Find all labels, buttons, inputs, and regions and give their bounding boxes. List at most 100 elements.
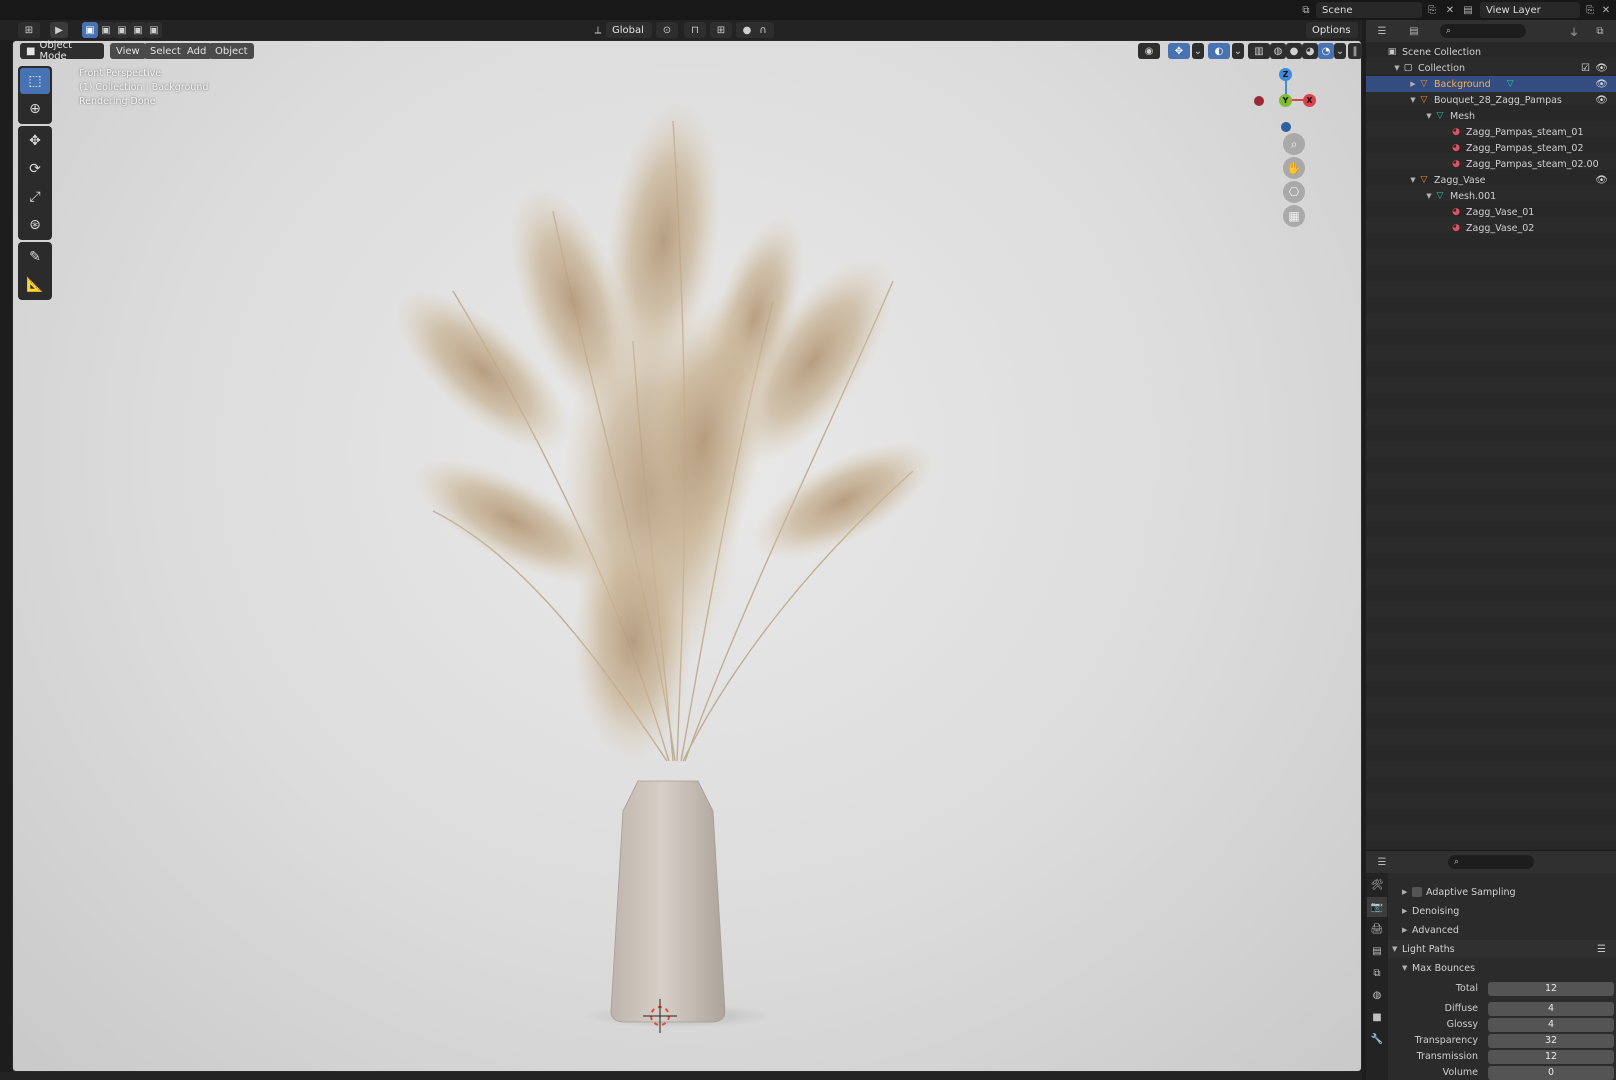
properties-search-input[interactable]: ⌕ bbox=[1448, 855, 1534, 869]
panel-header-light-paths[interactable]: ▼ Light Paths ☰ bbox=[1388, 940, 1616, 958]
filter-icon[interactable]: ▤ bbox=[1406, 23, 1422, 39]
field-value[interactable]: 4 bbox=[1488, 1017, 1614, 1032]
options-dropdown[interactable]: Options bbox=[1306, 22, 1358, 38]
select-mode-intersect-icon[interactable]: ▣ bbox=[146, 22, 162, 38]
chevron-right-icon[interactable]: ▶ bbox=[1402, 926, 1412, 934]
presets-list-icon[interactable]: ☰ bbox=[1597, 944, 1606, 955]
move-tool-icon[interactable]: ✥ bbox=[20, 128, 50, 154]
field-value[interactable]: 12 bbox=[1488, 1049, 1614, 1064]
expand-arrow-icon[interactable]: ▼ bbox=[1408, 176, 1418, 184]
menu-object[interactable]: Object bbox=[209, 43, 254, 59]
field-value[interactable]: 12 bbox=[1488, 981, 1614, 996]
outliner-row[interactable]: ▼ ▽ Bouquet_28_Zagg_Pampas 👁 bbox=[1366, 92, 1616, 108]
chevron-down-icon[interactable]: ▼ bbox=[1402, 964, 1412, 972]
modifier-tab-icon[interactable]: 🔧 bbox=[1367, 1029, 1387, 1049]
expand-arrow-icon[interactable]: ▼ bbox=[1408, 96, 1418, 104]
pivot-point-icon[interactable]: ⊙ bbox=[656, 22, 678, 38]
new-scene-icon[interactable]: ⎘ bbox=[1424, 2, 1440, 18]
select-box-tool-icon[interactable]: ⬚ bbox=[20, 68, 50, 94]
outliner-row[interactable]: ▼ ▽ Mesh.001 bbox=[1366, 188, 1616, 204]
field-value[interactable]: 0 bbox=[1488, 1065, 1614, 1080]
outliner-search-input[interactable]: ⌕ bbox=[1440, 24, 1526, 38]
rotate-tool-icon[interactable]: ⟳ bbox=[20, 156, 50, 182]
field-value[interactable]: 4 bbox=[1488, 1001, 1614, 1016]
perspective-grid-icon[interactable]: ▦ bbox=[1283, 205, 1305, 227]
material-preview-shading-icon[interactable]: ◕ bbox=[1302, 43, 1318, 59]
scene-selector-icon[interactable]: ⧉ bbox=[1298, 2, 1314, 18]
panel-header-max-bounces[interactable]: ▼ Max Bounces bbox=[1388, 959, 1616, 977]
eye-icon[interactable]: 👁 bbox=[1595, 63, 1608, 74]
outliner-row[interactable]: ◕ Zagg_Pampas_steam_02 bbox=[1366, 140, 1616, 156]
outliner-row[interactable]: ▼ ▽ Zagg_Vase 👁 bbox=[1366, 172, 1616, 188]
select-mode-difference-icon[interactable]: ▣ bbox=[130, 22, 146, 38]
zoom-icon[interactable]: ⌕ bbox=[1283, 133, 1305, 155]
editor-type-icon[interactable]: ⊞ bbox=[18, 22, 40, 38]
object-mode-dropdown[interactable]: ■ Object Mode bbox=[20, 40, 104, 62]
expand-arrow-icon[interactable]: ▶ bbox=[1408, 80, 1418, 88]
world-tab-icon[interactable]: ◍ bbox=[1367, 985, 1387, 1005]
outliner-row[interactable]: ◕ Zagg_Vase_02 bbox=[1366, 220, 1616, 236]
view-layer-field[interactable]: View Layer bbox=[1480, 2, 1580, 18]
snap-target-icon[interactable]: ⊞ bbox=[710, 22, 732, 38]
chevron-down-icon[interactable]: ⌄ bbox=[1334, 43, 1346, 59]
panel-header-advanced[interactable]: ▶ Advanced bbox=[1388, 921, 1616, 939]
annotate-tool-icon[interactable]: ✎ bbox=[20, 244, 50, 270]
sidebar-toggle-icon[interactable]: ‖ bbox=[1348, 43, 1362, 59]
select-mode-subtract-icon[interactable]: ▣ bbox=[114, 22, 130, 38]
new-collection-icon[interactable]: ⧉ bbox=[1592, 23, 1608, 39]
close-icon[interactable]: ✕ bbox=[1442, 2, 1458, 18]
outliner-row[interactable]: ◕ Zagg_Pampas_steam_02.00 bbox=[1366, 156, 1616, 172]
outliner-row[interactable]: ▼ ▢ Collection ☑ 👁 bbox=[1366, 60, 1616, 76]
snap-icon[interactable]: ⊓ bbox=[684, 22, 706, 38]
view-layer-selector-icon[interactable]: ▤ bbox=[1460, 2, 1476, 18]
transform-tool-icon[interactable]: ⊛ bbox=[20, 212, 50, 238]
falloff-icon[interactable]: ∩ bbox=[752, 22, 774, 38]
eye-icon[interactable]: 👁 bbox=[1595, 175, 1608, 186]
scene-field[interactable]: Scene bbox=[1316, 2, 1422, 18]
close-icon[interactable]: ✕ bbox=[1598, 2, 1614, 18]
expand-arrow-icon[interactable]: ▼ bbox=[1424, 192, 1434, 200]
tool-tab-icon[interactable]: 🛠 bbox=[1367, 875, 1387, 895]
new-view-layer-icon[interactable]: ⎘ bbox=[1582, 2, 1598, 18]
gizmo-neg-z-axis[interactable] bbox=[1281, 122, 1291, 132]
expand-arrow-icon[interactable]: ▼ bbox=[1424, 112, 1434, 120]
xray-toggle-icon[interactable]: ▥ bbox=[1248, 43, 1270, 59]
pan-hand-icon[interactable]: ✋ bbox=[1283, 157, 1305, 179]
expand-arrow-icon[interactable]: ▼ bbox=[1392, 64, 1402, 72]
cursor-tool-icon[interactable]: ⊕ bbox=[20, 96, 50, 122]
solid-shading-icon[interactable]: ● bbox=[1286, 43, 1302, 59]
gizmo-toggle-icon[interactable]: ✥ bbox=[1168, 43, 1190, 59]
wireframe-shading-icon[interactable]: ◍ bbox=[1270, 43, 1286, 59]
visibility-selectability-icon[interactable]: ◉ bbox=[1138, 43, 1160, 59]
outliner-row[interactable]: ◕ Zagg_Pampas_steam_01 bbox=[1366, 124, 1616, 140]
object-tab-icon[interactable]: ■ bbox=[1367, 1007, 1387, 1027]
overlay-toggle-icon[interactable]: ◐ bbox=[1208, 43, 1230, 59]
select-mode-extend-icon[interactable]: ▣ bbox=[98, 22, 114, 38]
gizmo-neg-x-axis[interactable] bbox=[1254, 96, 1264, 106]
outliner-row[interactable]: ▶ ▽ Background ▽ 👁 bbox=[1366, 76, 1616, 92]
scale-tool-icon[interactable]: ⤢ bbox=[20, 184, 50, 210]
gizmo-z-axis[interactable]: Z bbox=[1279, 68, 1292, 81]
outliner-row[interactable]: ▣ Scene Collection bbox=[1366, 44, 1616, 60]
field-value[interactable]: 32 bbox=[1488, 1033, 1614, 1048]
chevron-down-icon[interactable]: ⌄ bbox=[1192, 43, 1204, 59]
eye-icon[interactable]: 👁 bbox=[1595, 95, 1608, 106]
adaptive-sampling-checkbox[interactable] bbox=[1412, 887, 1422, 897]
rendered-shading-icon[interactable]: ◔ bbox=[1318, 43, 1334, 59]
properties-editor-icon[interactable]: ☰ bbox=[1374, 854, 1390, 870]
funnel-icon[interactable]: ⏚ bbox=[1566, 23, 1582, 39]
menu-add[interactable]: Add bbox=[181, 43, 213, 59]
view-layer-tab-icon[interactable]: ▤ bbox=[1367, 941, 1387, 961]
measure-tool-icon[interactable]: 📐 bbox=[20, 272, 50, 298]
panel-header-denoising[interactable]: ▶ Denoising bbox=[1388, 902, 1616, 920]
chevron-down-icon[interactable]: ▼ bbox=[1392, 945, 1402, 953]
outliner-row[interactable]: ▼ ▽ Mesh bbox=[1366, 108, 1616, 124]
camera-view-icon[interactable]: ⎔ bbox=[1283, 181, 1305, 203]
eye-icon[interactable]: 👁 bbox=[1595, 79, 1608, 90]
transform-orientation-dropdown[interactable]: Global bbox=[606, 22, 652, 38]
navigation-gizmo[interactable]: Z Y X bbox=[1243, 63, 1316, 133]
panel-header-adaptive-sampling[interactable]: ▶ Adaptive Sampling bbox=[1388, 883, 1616, 901]
chevron-down-icon[interactable]: ⌄ bbox=[1232, 43, 1244, 59]
output-tab-icon[interactable]: 🖨 bbox=[1367, 919, 1387, 939]
outliner-row[interactable]: ◕ Zagg_Vase_01 bbox=[1366, 204, 1616, 220]
